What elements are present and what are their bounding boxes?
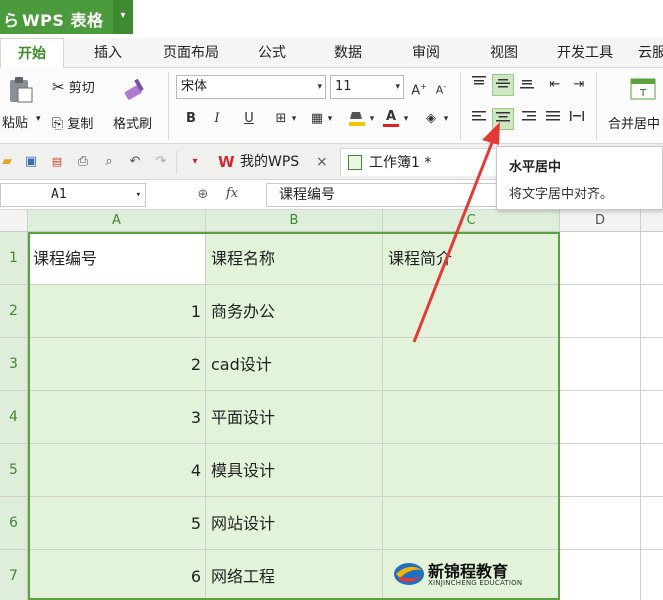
watermark-emblem-icon [394, 563, 424, 585]
watermark-logo: 新锦程教育 XINJINCHENG EDUCATION [392, 556, 532, 592]
annotation-arrow [412, 122, 500, 343]
watermark-subtitle: XINJINCHENG EDUCATION [428, 579, 523, 587]
wps-spreadsheet-window: ら WPS 表格 ▾ 开始 插入 页面布局 公式 数据 审阅 视图 开发工具 云… [0, 0, 663, 600]
